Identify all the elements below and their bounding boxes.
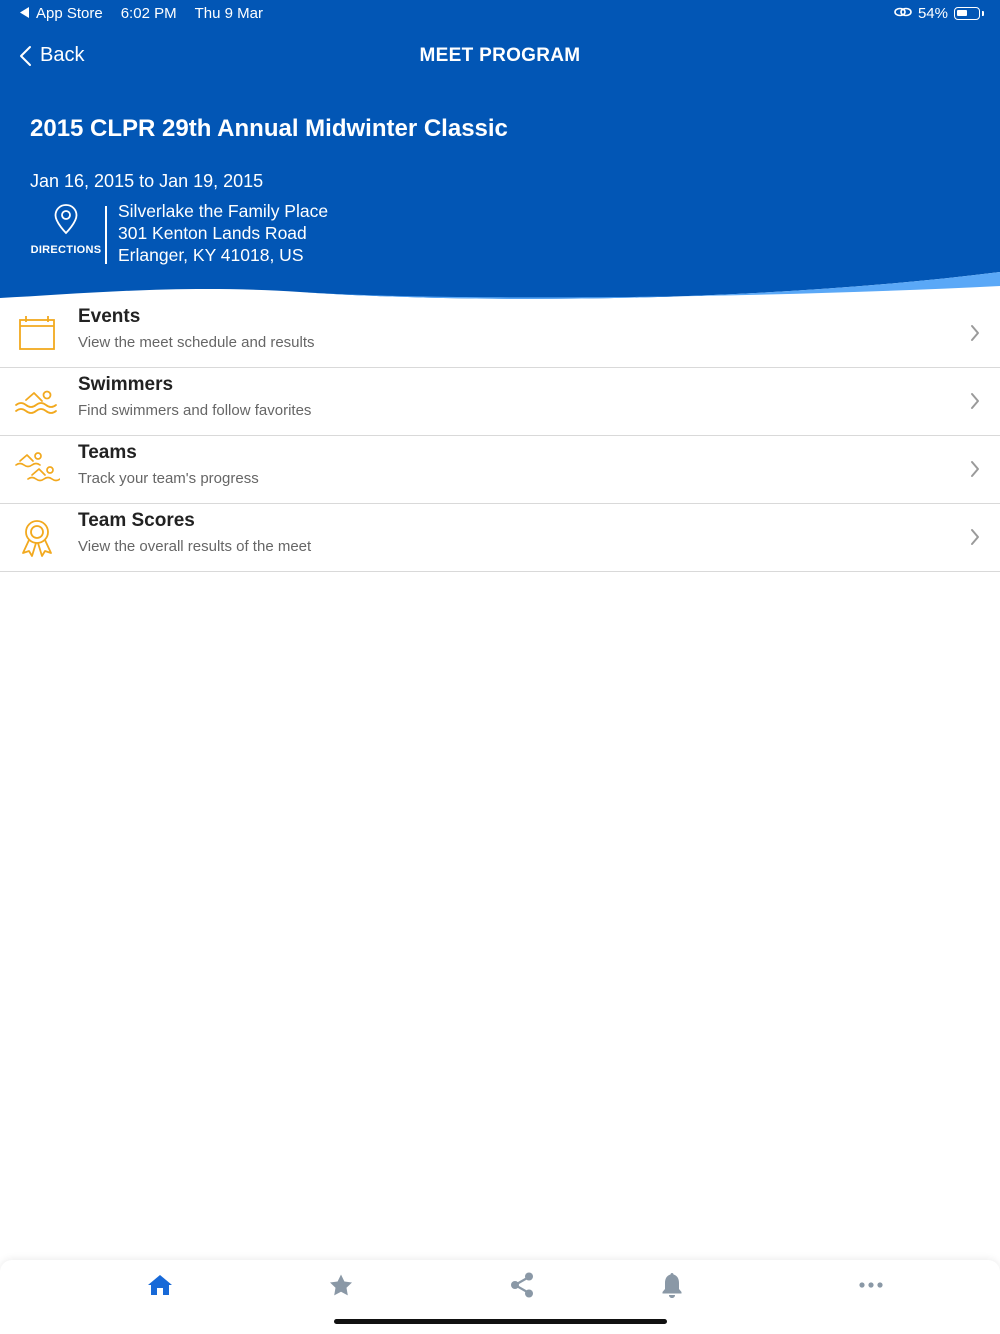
team-swimmers-icon bbox=[15, 452, 60, 482]
directions-label: DIRECTIONS bbox=[30, 244, 102, 256]
battery-percentage: 54% bbox=[917, 5, 948, 22]
tab-favorites[interactable] bbox=[321, 1270, 361, 1300]
map-pin-icon bbox=[54, 204, 78, 235]
chevron-right-icon bbox=[971, 461, 979, 477]
back-to-app-icon[interactable] bbox=[20, 5, 30, 22]
directions-button[interactable]: DIRECTIONS bbox=[30, 203, 102, 256]
chevron-right-icon bbox=[971, 325, 979, 341]
meet-header: App Store 6:02 PM Thu 9 Mar 54% Back MEE… bbox=[0, 0, 1000, 310]
more-icon bbox=[859, 1282, 883, 1288]
meet-dates: Jan 16, 2015 to Jan 19, 2015 bbox=[30, 171, 264, 191]
calendar-icon bbox=[19, 316, 55, 350]
award-ribbon-icon bbox=[22, 520, 52, 557]
menu-list: Events View the meet schedule and result… bbox=[0, 300, 1000, 572]
menu-item-teams[interactable]: Teams Track your team's progress bbox=[0, 436, 1000, 504]
home-indicator bbox=[334, 1319, 667, 1324]
menu-item-swimmers[interactable]: Swimmers Find swimmers and follow favori… bbox=[0, 368, 1000, 436]
menu-item-title: Events bbox=[78, 306, 141, 327]
address-divider bbox=[105, 206, 107, 264]
tab-more[interactable] bbox=[851, 1270, 891, 1300]
link-icon bbox=[894, 5, 912, 22]
page-title: MEET PROGRAM bbox=[419, 45, 581, 66]
tab-notifications[interactable] bbox=[652, 1270, 692, 1300]
tab-share[interactable] bbox=[502, 1270, 542, 1300]
menu-item-title: Team Scores bbox=[78, 510, 195, 531]
menu-item-subtitle: View the overall results of the meet bbox=[78, 538, 312, 555]
star-icon bbox=[330, 1274, 352, 1296]
venue-city: Erlanger, KY 41018, US bbox=[118, 245, 304, 265]
menu-item-title: Swimmers bbox=[78, 374, 174, 395]
status-time: 6:02 PM bbox=[120, 5, 177, 22]
swimmer-icon bbox=[15, 390, 57, 414]
menu-item-subtitle: View the meet schedule and results bbox=[78, 334, 315, 351]
chevron-right-icon bbox=[971, 393, 979, 409]
tab-home[interactable] bbox=[140, 1270, 180, 1300]
battery-icon bbox=[954, 7, 984, 20]
bell-icon bbox=[662, 1273, 682, 1298]
menu-item-subtitle: Find swimmers and follow favorites bbox=[78, 402, 312, 419]
menu-item-title: Teams bbox=[78, 442, 137, 463]
status-bar: App Store 6:02 PM Thu 9 Mar 54% bbox=[0, 0, 1000, 28]
venue-address: Silverlake the Family Place 301 Kenton L… bbox=[118, 200, 328, 266]
menu-item-team-scores[interactable]: Team Scores View the overall results of … bbox=[0, 504, 1000, 572]
status-date: Thu 9 Mar bbox=[194, 5, 263, 22]
venue-name: Silverlake the Family Place bbox=[118, 201, 329, 221]
menu-item-events[interactable]: Events View the meet schedule and result… bbox=[0, 300, 1000, 368]
home-icon bbox=[148, 1275, 172, 1295]
meet-title: 2015 CLPR 29th Annual Midwinter Classic bbox=[30, 115, 508, 142]
venue-street: 301 Kenton Lands Road bbox=[118, 223, 307, 243]
chevron-right-icon bbox=[971, 529, 979, 545]
back-to-app-label[interactable]: App Store bbox=[36, 5, 103, 22]
share-icon bbox=[511, 1272, 533, 1298]
menu-item-subtitle: Track your team's progress bbox=[78, 470, 259, 487]
